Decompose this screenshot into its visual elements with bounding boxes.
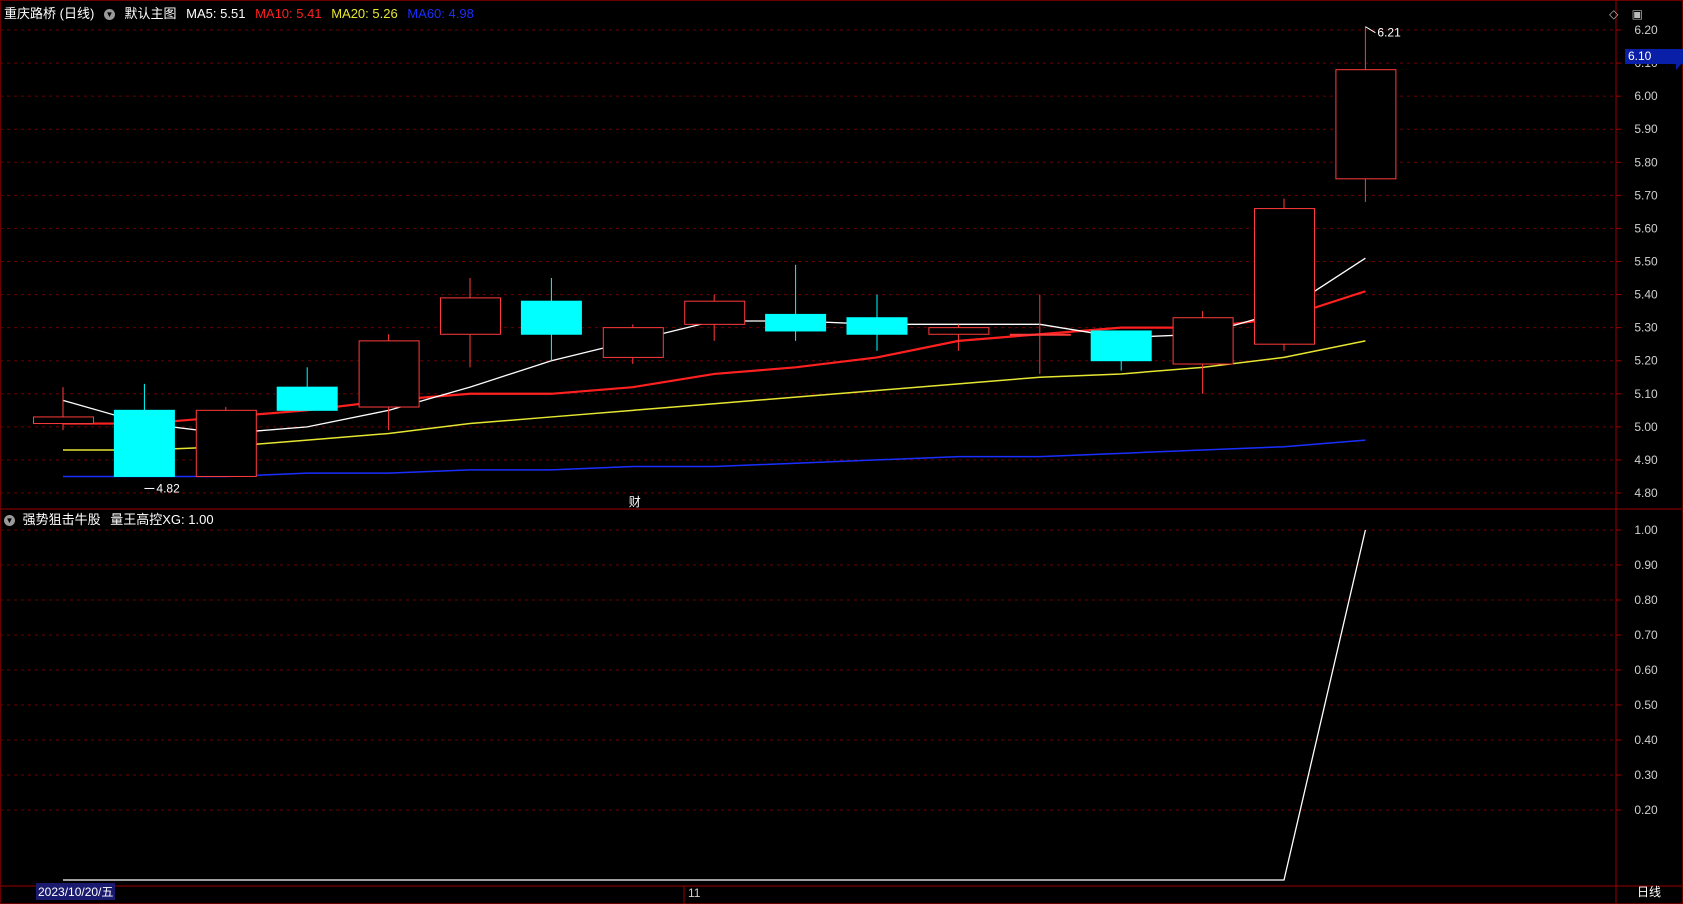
price-tick-label: 4.90 [1634,453,1658,467]
price-tick-label: 5.80 [1634,155,1658,169]
candle-body [440,297,501,335]
candle-body [1090,330,1152,362]
price-tick-label: 5.70 [1634,188,1658,202]
indicator-tick-label: 0.90 [1634,558,1658,572]
indicator-value: 量王高控XG: 1.00 [110,512,214,527]
price-tick-label: 5.30 [1634,321,1658,335]
ma5-value: MA5: 5.51 [186,6,246,21]
candle-body [358,340,420,408]
price-tick-label: 5.10 [1634,387,1658,401]
candle-body [113,409,175,477]
price-tick-label: 4.80 [1634,486,1658,500]
diamond-icon[interactable]: ◇ [1609,7,1618,21]
candle-body [1254,208,1315,345]
chevron-down-icon[interactable]: ▼ [103,9,115,21]
main-chart-header: 重庆路桥 (日线) ▼ 默认主图 MA5: 5.51 MA10: 5.41 MA… [4,5,480,23]
kline-chart[interactable]: 6.20 6.10 6.00 5.90 5.80 5.70 5.60 5.50 5.40 5.30… [0,0,1683,904]
period-label[interactable]: 日线 [1637,883,1661,900]
candle-body [684,300,746,325]
price-tick-label: 6.00 [1634,89,1658,103]
indicator-name[interactable]: 强势狙击牛股 [23,512,101,527]
chevron-down-icon[interactable]: ▼ [4,515,15,527]
candle-body [33,416,94,425]
date-label: 2023/10/20/五 [36,883,116,900]
indicator-header: ▼ 强势狙击牛股 量王高控XG: 1.00 [4,511,214,529]
candle-body [602,327,664,358]
price-tick-label: 5.20 [1634,354,1658,368]
ma60-line [63,439,1366,478]
ma5-line [62,257,1366,435]
indicator-tick-label: 0.60 [1634,663,1658,677]
main-chart-label[interactable]: 默认主图 [125,6,177,21]
indicator-tick-label: 0.50 [1634,698,1658,712]
indicator-tick-label: 0.30 [1634,768,1658,782]
candle-body [765,313,827,332]
finance-marker: 财 [629,495,641,509]
candle-body [928,327,990,335]
window-icon[interactable]: ▣ [1632,7,1643,21]
current-price-badge: 6.10 [1625,49,1683,64]
low-price-label: 4.82 [156,481,180,495]
top-right-icons: ◇ ▣ [1599,7,1643,21]
candle-body [1172,317,1234,365]
price-tick-label: 5.90 [1634,122,1658,136]
candle-body [520,300,582,335]
candle-body [1335,69,1397,180]
indicator-tick-label: 1.00 [1634,523,1658,537]
candle-body [276,386,338,411]
indicator-tick-label: 0.80 [1634,593,1658,607]
month-tick: 11 [688,886,701,900]
ma20-line [63,340,1366,451]
price-tick-label: 5.60 [1634,221,1658,235]
price-tick-label: 5.40 [1634,288,1658,302]
high-price-label: 6.21 [1377,26,1401,40]
ma10-value: MA10: 5.41 [255,6,322,21]
indicator-tick-label: 0.20 [1634,803,1658,817]
ma20-value: MA20: 5.26 [331,6,398,21]
price-tick-label: 5.50 [1634,255,1658,269]
indicator-tick-label: 0.70 [1634,628,1658,642]
price-tick-label: 6.20 [1634,23,1658,37]
indicator-tick-label: 0.40 [1634,733,1658,747]
ma60-value: MA60: 4.98 [407,6,474,21]
candle-body [846,317,908,335]
stock-title[interactable]: 重庆路桥 (日线) [4,6,94,21]
candle-body [195,409,257,477]
price-tick-label: 5.00 [1634,420,1658,434]
candle-body [1009,333,1071,336]
